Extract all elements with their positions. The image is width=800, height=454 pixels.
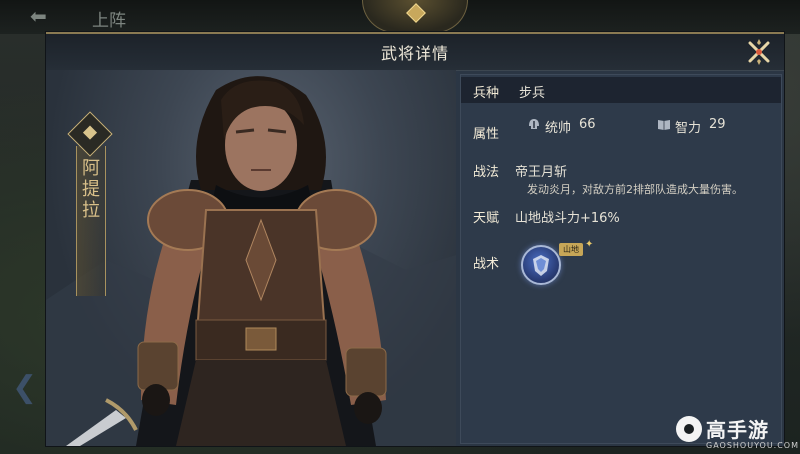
stat-intel-name: 智力 [675,121,702,136]
watermark-url: GAOSHOUYOU.COM [706,441,800,450]
left-nav-arrow-icon[interactable]: ❮ [12,370,37,410]
troop-type-label: 兵种 [473,86,500,101]
skill-name[interactable]: 帝王月斩 [515,161,567,180]
skill-description: 发动炎月，对敌方前2排部队造成大量伤害。 [527,183,743,196]
general-detail-dialog: 武将详情 阿提拉 兵种 步兵 属性 统帅 66 智力 29 战法 帝王月斩 发动… [46,32,784,446]
stat-command-value: 66 [579,117,596,132]
shield-gem-icon [533,255,549,276]
info-panel: 兵种 步兵 属性 统帅 66 智力 29 战法 帝王月斩 发动炎月，对敌方前2排… [460,74,782,444]
general-name-banner: 阿提拉 [67,111,113,296]
attribute-label: 属性 [473,127,500,142]
book-icon [658,120,670,130]
troop-type-value: 步兵 [519,86,546,101]
watermark-title: 高手游 [706,418,769,442]
general-name: 阿提拉 [82,158,100,221]
top-ornament [362,0,468,33]
sparkle-icon: ✦ [585,239,594,250]
skill-label: 战法 [473,165,500,180]
name-plate: 阿提拉 [76,146,106,296]
dialog-title: 武将详情 [380,44,449,63]
tactic-terrain-badge: 山地 [559,243,583,256]
back-label[interactable]: 上阵 [92,6,126,31]
troop-type-row: 兵种 步兵 [461,77,781,103]
gaoshouyou-logo [676,416,702,442]
talent-value: 山地战斗力+16% [515,211,620,226]
general-portrait: 阿提拉 [46,70,456,446]
site-watermark: 高手游 GAOSHOUYOU.COM [676,412,800,454]
stat-command-name: 统帅 [545,121,572,136]
tactic-label: 战术 [473,257,500,272]
tactic-slot-button[interactable] [521,245,561,285]
back-arrow-icon[interactable]: ⬅ [30,6,66,26]
ornament-gem-icon [406,3,426,23]
helmet-icon [529,119,539,129]
close-button[interactable] [744,37,774,67]
stat-intel-value: 29 [709,117,726,132]
talent-label: 天赋 [473,211,500,226]
close-x-icon [748,39,770,65]
dialog-header: 武将详情 [46,34,784,71]
